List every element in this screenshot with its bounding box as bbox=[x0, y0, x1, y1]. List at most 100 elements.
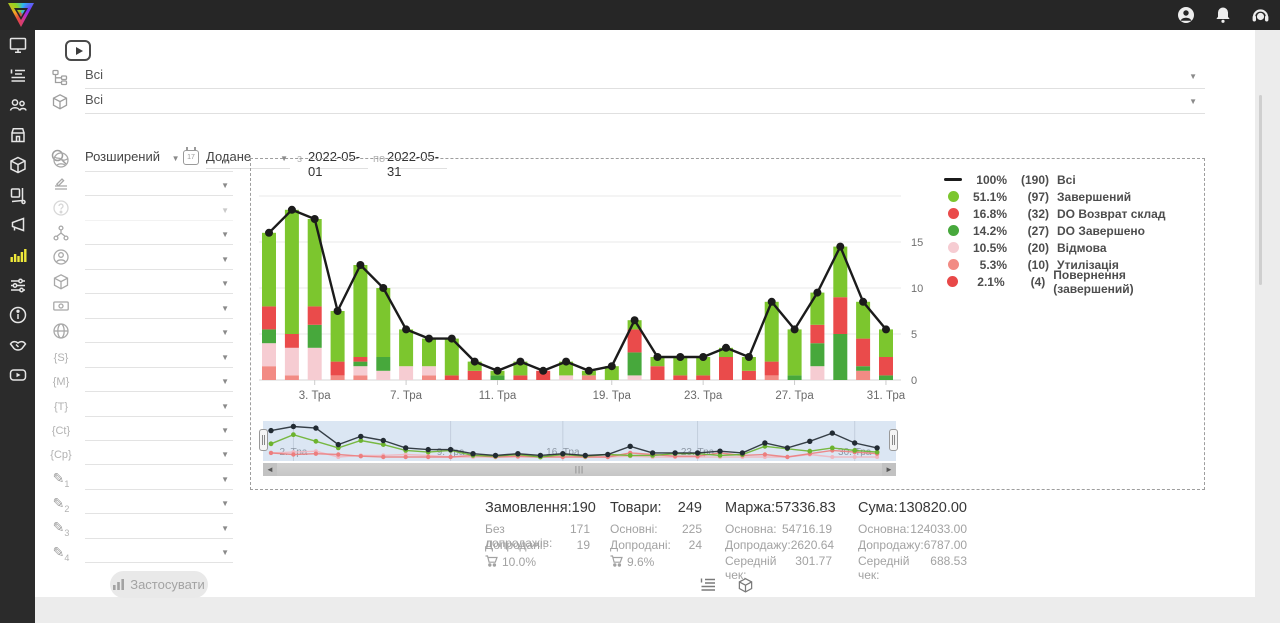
dot-swatch-icon bbox=[947, 276, 958, 287]
navigator-left-handle[interactable] bbox=[259, 429, 268, 451]
statistics-icon[interactable] bbox=[0, 240, 35, 270]
filter-select[interactable]: ▼ bbox=[85, 151, 233, 172]
chart-icon bbox=[113, 579, 125, 590]
legend-row[interactable]: 16.8% (32) DO Возврат склад bbox=[941, 205, 1204, 222]
source-filter-select[interactable]: Всі ▼ bbox=[85, 67, 1205, 89]
marketing-icon[interactable] bbox=[0, 210, 35, 240]
stat-sub-label: Середній чек: bbox=[725, 554, 795, 570]
filter-row: ▼ bbox=[50, 298, 235, 322]
product-filter-select[interactable]: Всі ▼ bbox=[85, 92, 1205, 114]
filter-select[interactable]: ▼ bbox=[85, 493, 233, 514]
chevron-down-icon: ▼ bbox=[221, 549, 229, 557]
apply-button[interactable]: Застосувати bbox=[110, 571, 208, 598]
filter-row: ▼ bbox=[50, 175, 235, 199]
info-icon[interactable] bbox=[0, 300, 35, 330]
chevron-down-icon: ▼ bbox=[221, 207, 229, 215]
svg-text:23. Тра: 23. Тра bbox=[684, 390, 723, 402]
legend-percent: 14.2% bbox=[965, 224, 1007, 238]
stat-title: Сума: bbox=[858, 500, 898, 516]
scroll-left-icon[interactable]: ◄ bbox=[263, 463, 277, 476]
svg-text:19. Тра: 19. Тра bbox=[593, 390, 632, 402]
order-list-icon[interactable] bbox=[0, 60, 35, 90]
legend-percent: 10.5% bbox=[965, 241, 1007, 255]
legend-percent: 5.3% bbox=[965, 258, 1007, 272]
filter-select[interactable]: ▼ bbox=[85, 371, 233, 392]
filter-select[interactable]: ▼ bbox=[85, 249, 233, 270]
stat-sub-value: 24 bbox=[689, 538, 702, 554]
stat-sub-value: 2620.64 bbox=[791, 538, 834, 554]
filter-select[interactable]: ▼ bbox=[85, 273, 233, 294]
navigator-right-handle[interactable] bbox=[889, 429, 898, 451]
group-by-status-icon[interactable] bbox=[698, 576, 718, 594]
stat-sub-value: 124033.00 bbox=[910, 522, 967, 538]
chevron-down-icon: ▼ bbox=[1189, 73, 1197, 81]
chart-scrollbar[interactable]: ◄ ||| ► bbox=[263, 463, 896, 476]
scrollbar-track[interactable]: ||| bbox=[277, 463, 882, 476]
filter-select[interactable]: ▼ bbox=[85, 518, 233, 539]
chevron-down-icon: ▼ bbox=[221, 231, 229, 239]
svg-text:5: 5 bbox=[911, 329, 917, 341]
legend-count: (4) bbox=[1009, 275, 1046, 289]
stat-column: Товари:249 Основні:225Допродані:24 9.6% bbox=[610, 500, 702, 570]
svg-text:0: 0 bbox=[911, 375, 917, 387]
upsell-percent: 10.0% bbox=[502, 555, 536, 569]
pencil-icon: ✎2 bbox=[53, 495, 70, 514]
filter-select[interactable]: ▼ bbox=[85, 420, 233, 441]
filter-select[interactable]: ▼ bbox=[85, 322, 233, 343]
customers-icon[interactable] bbox=[0, 90, 35, 120]
vertical-scrollbar[interactable] bbox=[1259, 95, 1262, 285]
notifications-bell-icon[interactable] bbox=[1215, 6, 1231, 24]
chevron-down-icon: ▼ bbox=[221, 158, 229, 166]
legend-row[interactable]: 51.1% (97) Завершений bbox=[941, 188, 1204, 205]
legend-row[interactable]: 10.5% (20) Відмова bbox=[941, 239, 1204, 256]
purchases-icon[interactable] bbox=[0, 180, 35, 210]
filter-select[interactable]: ▼ bbox=[85, 224, 233, 245]
filter-select[interactable]: ▼ bbox=[85, 542, 233, 563]
filter-select[interactable]: ▼ bbox=[85, 347, 233, 368]
chevron-down-icon: ▼ bbox=[221, 427, 229, 435]
svg-text:11. Тра: 11. Тра bbox=[479, 390, 517, 402]
filter-select[interactable]: ▼ bbox=[85, 396, 233, 417]
filter-select[interactable]: ▼ bbox=[85, 469, 233, 490]
app-logo-icon[interactable] bbox=[8, 3, 34, 27]
filter-row: ▼ bbox=[50, 200, 235, 224]
video-icon[interactable] bbox=[0, 360, 35, 390]
app-window: Всі ▼ Всі ▼ Розширений ▼ 17 Додане ▼ з bbox=[0, 0, 1280, 623]
filter-select[interactable]: ▼ bbox=[85, 200, 233, 221]
dot-swatch-icon bbox=[948, 191, 959, 202]
partners-icon[interactable] bbox=[0, 330, 35, 360]
monitor-icon[interactable] bbox=[0, 30, 35, 60]
filter-select[interactable]: ▼ bbox=[85, 175, 233, 196]
legend-label: Повернення (завершений) bbox=[1053, 268, 1204, 296]
legend-row[interactable]: 14.2% (27) DO Завершено bbox=[941, 222, 1204, 239]
scroll-right-icon[interactable]: ► bbox=[882, 463, 896, 476]
chevron-down-icon: ▼ bbox=[221, 256, 229, 264]
chevron-down-icon: ▼ bbox=[221, 525, 229, 533]
group-by-product-icon[interactable] bbox=[735, 576, 755, 594]
banknote-icon bbox=[52, 297, 70, 320]
products-icon[interactable] bbox=[0, 150, 35, 180]
legend-row[interactable]: 100% (190) Всі bbox=[941, 171, 1204, 188]
filter-select[interactable]: ▼ bbox=[85, 298, 233, 319]
stat-column: Маржа:57336.83 Основна:54716.19Допродажу… bbox=[725, 500, 832, 570]
stat-sub-value: 19 bbox=[577, 538, 590, 554]
filter-row: ✎3 ▼ bbox=[50, 518, 235, 542]
legend-row[interactable]: 2.1% (4) Повернення (завершений) bbox=[941, 273, 1204, 290]
globe-icon bbox=[52, 151, 70, 174]
apply-button-label: Застосувати bbox=[130, 577, 205, 592]
filter-select[interactable]: ▼ bbox=[85, 444, 233, 465]
stat-sub-value: 688.53 bbox=[930, 554, 967, 570]
filter-row: ▼ bbox=[50, 151, 235, 175]
legend-label: DO Возврат склад bbox=[1057, 207, 1165, 221]
video-tutorial-button[interactable] bbox=[65, 40, 91, 61]
support-headset-icon[interactable] bbox=[1251, 6, 1270, 24]
filter-row: ▼ bbox=[50, 249, 235, 273]
chart-navigator[interactable]: 2. Тра9. Тра16. Тра23. Тра30. Тра bbox=[263, 421, 896, 461]
badge-icon: {T} bbox=[54, 401, 68, 413]
svg-text:31. Тра: 31. Тра bbox=[867, 390, 906, 402]
settings-icon[interactable] bbox=[0, 270, 35, 300]
store-icon[interactable] bbox=[0, 120, 35, 150]
dot-swatch-icon bbox=[948, 208, 959, 219]
pencil-icon: ✎4 bbox=[53, 544, 70, 563]
account-icon[interactable] bbox=[1177, 6, 1195, 24]
